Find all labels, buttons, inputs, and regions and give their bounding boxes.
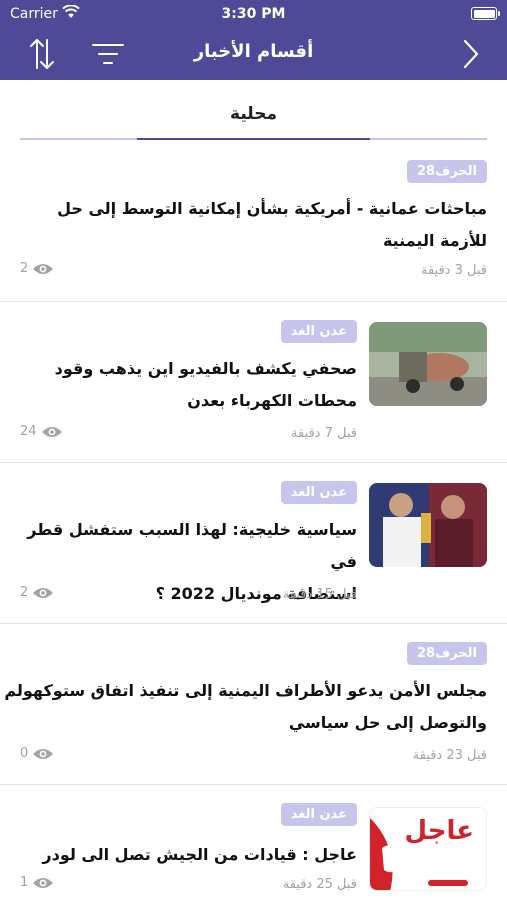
headline[interactable]: مباحثات عمانية - أمريكية بشأن إمكانية ال…: [57, 193, 487, 257]
view-count: 1: [20, 875, 54, 890]
news-feed[interactable]: الحرف28 مباحثات عمانية - أمريكية بشأن إم…: [0, 142, 507, 900]
view-count-value: 1: [20, 875, 29, 890]
time-ago: قبل 23 دقيقة: [412, 748, 487, 763]
battery-icon: [471, 7, 500, 20]
headline-line: مباحثات عمانية - أمريكية بشأن إمكانية ال…: [57, 199, 487, 218]
eye-icon: [41, 426, 62, 437]
headline-line: صحفي يكشف بالفيديو اين يذهب وقود: [54, 359, 357, 378]
view-count: 24: [20, 424, 63, 439]
thumbnail-caption: عاجل: [404, 816, 474, 846]
news-card[interactable]: الحرف28 مباحثات عمانية - أمريكية بشأن إم…: [0, 142, 507, 302]
article-thumbnail[interactable]: [369, 483, 487, 567]
view-count: 2: [20, 585, 54, 600]
news-card[interactable]: عدن الغد صحفي يكشف بالفيديو اين يذهب وقو…: [0, 302, 507, 463]
view-count: 0: [20, 746, 54, 761]
view-count: 2: [20, 261, 54, 276]
news-card[interactable]: عاجل عدن الغد عاجل : قيادات من الجيش تصل…: [0, 785, 507, 900]
tab-active-indicator: [137, 138, 370, 140]
time-ago: قبل 15 دقيقة: [282, 587, 357, 602]
headline-line: والتوصل إلى حل سياسي: [288, 713, 487, 732]
eye-icon: [33, 263, 54, 274]
article-thumbnail[interactable]: عاجل: [369, 807, 487, 891]
navbar: أقسام الأخبار: [0, 28, 507, 80]
news-card[interactable]: الحرف28 مجلس الأمن يدعو الأطراف اليمنية …: [0, 624, 507, 785]
view-count-value: 24: [20, 424, 37, 439]
time-ago: قبل 3 دقيقة: [420, 263, 487, 278]
source-badge: عدن الغد: [280, 803, 357, 826]
tab-underline: [20, 138, 487, 140]
time-ago: قبل 25 دقيقة: [282, 877, 357, 892]
headline[interactable]: مجلس الأمن يدعو الأطراف اليمنية إلى تنفي…: [4, 675, 487, 739]
article-thumbnail[interactable]: [369, 322, 487, 406]
eye-icon: [33, 587, 54, 598]
source-badge: الحرف28: [407, 642, 487, 665]
news-card[interactable]: عدن الغد سياسية خليجية: لهذا السبب ستفشل…: [0, 463, 507, 624]
view-count-value: 2: [20, 261, 29, 276]
source-badge: عدن الغد: [280, 320, 357, 343]
source-badge: عدن الغد: [280, 481, 357, 504]
headline-line: للأزمة اليمنية: [382, 231, 487, 250]
headline-line: مجلس الأمن يدعو الأطراف اليمنية إلى تنفي…: [4, 681, 487, 700]
view-count-value: 2: [20, 585, 29, 600]
chevron-right-icon[interactable]: [451, 34, 491, 74]
status-bar: Carrier 3:30 PM: [0, 0, 507, 28]
clock: 3:30 PM: [221, 6, 286, 22]
headline-line: محطات الكهرباء بعدن: [187, 391, 357, 410]
headline-line: عاجل : قيادات من الجيش تصل الى لودر: [42, 845, 357, 864]
source-badge: الحرف28: [407, 160, 487, 183]
time-ago: قبل 7 دقيقة: [290, 426, 357, 441]
tab-local[interactable]: محلية: [0, 104, 507, 124]
headline[interactable]: عاجل : قيادات من الجيش تصل الى لودر: [42, 839, 357, 871]
view-count-value: 0: [20, 746, 29, 761]
tab-bar: محلية: [0, 80, 507, 142]
eye-icon: [33, 748, 54, 759]
eye-icon: [33, 877, 54, 888]
page-title: أقسام الأخبار: [193, 41, 314, 62]
headline-line: سياسية خليجية: لهذا السبب ستفشل قطر في: [27, 520, 357, 571]
headline[interactable]: صحفي يكشف بالفيديو اين يذهب وقود محطات ا…: [55, 353, 357, 417]
